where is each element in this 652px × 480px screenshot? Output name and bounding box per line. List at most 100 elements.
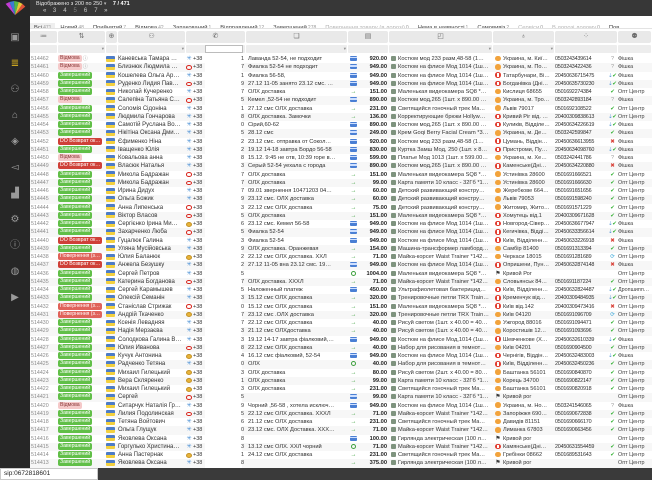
column-filter-status[interactable]: ▾ bbox=[58, 45, 105, 53]
info-icon[interactable]: ⓘ bbox=[83, 56, 88, 62]
order-row-514416[interactable]: 514416ЗавершенийЯковлева Оксана✳+388100.… bbox=[30, 435, 652, 443]
order-row-514455[interactable]: 514455ЗавершенийЛюдмила Гончарова✳+388ОЛ… bbox=[30, 113, 652, 121]
products-nav-icon[interactable]: ◈ bbox=[0, 129, 30, 155]
order-row-514442[interactable]: 514442ЗавершенийСергієнко Ірина Ми…+3862… bbox=[30, 220, 652, 228]
order-row-514415[interactable]: 514415ЗавершенийГоргулько Христина…✳+383… bbox=[30, 443, 652, 451]
page-button-6[interactable]: 6 bbox=[84, 8, 87, 15]
settings-nav-icon[interactable]: ⚙ bbox=[0, 207, 30, 233]
column-filter-phone[interactable] bbox=[186, 45, 245, 53]
order-row-514428[interactable]: 514428ЗавершенийСолодкова Галина В…✳+383… bbox=[30, 336, 652, 344]
order-row-514462[interactable]: 514462ВідмоваⓘКаневська Тамара …✳+381Лав… bbox=[30, 55, 652, 63]
column-header-product[interactable]: ◰ bbox=[389, 31, 492, 43]
order-row-514429[interactable]: 514429ЗавершенийНадія Мерзаєва✳+38321.12… bbox=[30, 327, 652, 335]
order-row-514452[interactable]: 514452DO Возврат ок…Єфименко Ніна✳+38223… bbox=[30, 138, 652, 146]
order-row-514451[interactable]: 514451ЗавершенийІващенко Юлія✳+38219.12 … bbox=[30, 146, 652, 154]
order-row-514440[interactable]: 514440DO Возврат ок…Гуцалюк Галина✳+383Ф… bbox=[30, 237, 652, 245]
column-header-status[interactable]: ⇅ bbox=[58, 31, 105, 43]
order-row-514446[interactable]: 514446ЗавершенийИрина Дидух✳+38709.01 зв… bbox=[30, 187, 652, 195]
order-row-514461[interactable]: 514461ВідмоваⓘБлизнюк Людмила …+387Фиалк… bbox=[30, 63, 652, 71]
order-row-514435[interactable]: 514435ЗавершенийКатерина Богданова+387ОЛ… bbox=[30, 278, 652, 286]
order-row-514427[interactable]: 514427ЗавершенийЮлия Иванова+38822.12 см… bbox=[30, 344, 652, 352]
phone-filter-input[interactable] bbox=[205, 45, 243, 53]
page-button-7[interactable]: 7 bbox=[94, 8, 97, 15]
order-row-514414[interactable]: 514414ЗавершенийАнна Пастернак+38124.12 … bbox=[30, 451, 652, 459]
order-row-514443[interactable]: 514443ЗавершенийВіктор Власов+385ОЛХ дос… bbox=[30, 212, 652, 220]
order-row-514439[interactable]: 514439ЗавершенийУляна Мусійовська✳+389ОЛ… bbox=[30, 245, 652, 253]
order-row-514418[interactable]: 514418ЗавершенийТетяна Войтович✳+38621.1… bbox=[30, 418, 652, 426]
column-header-order-id[interactable]: ≔ bbox=[30, 31, 57, 43]
column-filter-product[interactable]: ▾ bbox=[389, 45, 492, 53]
orders-nav-icon[interactable]: ≣ bbox=[0, 51, 30, 77]
order-row-514447[interactable]: 514447ЗавершенийМикола Бадражан+387ОЛХ д… bbox=[30, 179, 652, 187]
info-nav-icon[interactable]: ⓘ bbox=[0, 233, 30, 259]
order-row-514459[interactable]: 514459ЗавершенийРуденко Лидия Пав…+38927… bbox=[30, 80, 652, 88]
video-nav-icon[interactable]: ▶ bbox=[0, 285, 30, 311]
page-button-4[interactable]: 4 bbox=[63, 8, 66, 15]
order-row-514420[interactable]: 514420ВідмоваСитарчук Наталія Гр…✳+389Чо… bbox=[30, 402, 652, 410]
column-filter-country[interactable] bbox=[106, 45, 117, 53]
clients-nav-icon[interactable]: ⚇ bbox=[0, 77, 30, 103]
order-row-514453[interactable]: 514453ЗавершенийНікітіна Оксана Дми…✳+38… bbox=[30, 129, 652, 137]
filter-caret-icon[interactable]: ▾ bbox=[344, 45, 346, 53]
page-size-caret-icon[interactable]: ▾ bbox=[104, 1, 107, 7]
column-header-tracking-number[interactable]: ⁘ bbox=[555, 31, 617, 43]
filter-caret-icon[interactable]: ▾ bbox=[551, 45, 553, 53]
column-filter-payment-amount[interactable] bbox=[348, 45, 388, 53]
sip-address-field[interactable]: sip:0672818601 bbox=[0, 468, 98, 480]
network-nav-icon[interactable]: ◍ bbox=[0, 259, 30, 285]
order-row-514425[interactable]: 514425ЗавершенийРадченко Тетяна✳+380ОЛХ4… bbox=[30, 360, 652, 368]
order-row-514437[interactable]: 514437DO Возврат ок…Анжела Безушку✳+3822… bbox=[30, 261, 652, 269]
column-header-phone[interactable]: ✆ bbox=[186, 31, 245, 43]
order-row-514456[interactable]: 514456ЗавершенийСоломія Сідоніна✳+38127.… bbox=[30, 105, 652, 113]
statistics-nav-icon[interactable]: ▟ bbox=[0, 181, 30, 207]
column-filter-order-id[interactable] bbox=[30, 45, 57, 53]
order-row-514424[interactable]: 514424ЗавершенийМихаил Гилецький+383ОЛХ … bbox=[30, 369, 652, 377]
column-filter-delivery-address[interactable]: ▾ bbox=[493, 45, 554, 53]
column-header-country[interactable]: ⊕ bbox=[106, 31, 117, 43]
order-row-514434[interactable]: 514434ЗавершенийСергей Карамышев✳+385Нал… bbox=[30, 286, 652, 294]
column-header-payment-amount[interactable]: ▤ bbox=[348, 31, 388, 43]
column-filter-manager[interactable] bbox=[618, 45, 651, 53]
column-header-delivery-address[interactable]: ♁ bbox=[493, 31, 554, 43]
column-filter-tracking-number[interactable] bbox=[555, 45, 617, 53]
page-button-3[interactable]: 3 bbox=[53, 8, 56, 15]
first-page-button[interactable]: « bbox=[43, 8, 46, 15]
app-logo-icon[interactable] bbox=[3, 1, 27, 16]
column-filter-comment[interactable]: ▾ bbox=[246, 45, 347, 53]
filter-caret-icon[interactable]: ▾ bbox=[489, 45, 491, 53]
page-button-5[interactable]: 5 bbox=[74, 8, 77, 15]
order-row-514423[interactable]: 514423ЗавершенийВера Скляренко+381ОЛХ до… bbox=[30, 377, 652, 385]
column-header-client[interactable]: ⚇ bbox=[118, 31, 185, 43]
order-row-514460[interactable]: 514460ЗавершенийКошелева Ольга Ар…✳+381Ф… bbox=[30, 72, 652, 80]
order-row-514433[interactable]: 514433ЗавершенийОлексій Семанін✳+38315.1… bbox=[30, 294, 652, 302]
order-row-514454[interactable]: 514454ЗавершенийСамотій Руслана Во…✳+380… bbox=[30, 121, 652, 129]
order-row-514450[interactable]: 514450ВідмоваКовальова анна✳+38815.12. 9… bbox=[30, 154, 652, 162]
order-row-514432[interactable]: 514432Повернення (з…Станіслав Стрижак+38… bbox=[30, 303, 652, 311]
order-row-514413[interactable]: 514413ЗавершенийЯковлева Оксана✳+388→375… bbox=[30, 459, 652, 467]
last-page-button[interactable]: » bbox=[104, 8, 107, 15]
order-row-514458[interactable]: 514458ЗавершенийНиколай Кучеренко✳+387ОЛ… bbox=[30, 88, 652, 96]
order-row-514449[interactable]: 514449DO Возврат ок…Власюк Наталья✳+383С… bbox=[30, 162, 652, 170]
order-row-514419[interactable]: 514419ЗавершенийЛилия Подолинская+38522.… bbox=[30, 410, 652, 418]
order-row-514417[interactable]: 514417ЗавершенийОльга Глущук✳+38023.12 с… bbox=[30, 426, 652, 434]
order-row-514457[interactable]: 514457ВідмоваСалепіна Татьяна С…+385Кеме… bbox=[30, 96, 652, 104]
order-row-514448[interactable]: 514448ЗавершенийМикола Бадражан+387ОЛХ д… bbox=[30, 171, 652, 179]
order-row-514426[interactable]: 514426ЗавершенийКучук Антонина+38416.12 … bbox=[30, 352, 652, 360]
column-header-manager[interactable]: ⚉ bbox=[618, 31, 651, 43]
order-row-514444[interactable]: 514444ЗавершенийАнна Липенська+38322.12 … bbox=[30, 204, 652, 212]
order-row-514445[interactable]: 514445ЗавершенийОльга Божик✳+38923.12 см… bbox=[30, 195, 652, 203]
order-row-514438[interactable]: 514438Повернення (з…Юлия Баланюк+38222.1… bbox=[30, 253, 652, 261]
order-row-514421[interactable]: 514421ЗавершенийСергей+38599.00Карта пам… bbox=[30, 393, 652, 401]
company-nav-icon[interactable]: ⌂ bbox=[0, 103, 30, 129]
order-row-514436[interactable]: 514436ЗавершенийСергей Петров✳+3851004.0… bbox=[30, 270, 652, 278]
column-header-comment[interactable]: ❏ bbox=[246, 31, 347, 43]
order-row-514441[interactable]: 514441ЗавершенийЗахарченко Люба+385Фиалк… bbox=[30, 228, 652, 236]
info-icon[interactable]: ⓘ bbox=[83, 64, 88, 70]
promotions-nav-icon[interactable]: ◅ bbox=[0, 155, 30, 181]
column-filter-client[interactable]: ▾ bbox=[118, 45, 185, 53]
order-row-514422[interactable]: 514422ЗавершенийМихаил Гилецький+383ОЛХ … bbox=[30, 385, 652, 393]
dashboard-nav-icon[interactable]: ▣ bbox=[0, 25, 30, 51]
filter-caret-icon[interactable]: ▾ bbox=[182, 45, 184, 53]
order-row-514430[interactable]: 514430ЗавершенийКсенія Левадняя✳+38722.1… bbox=[30, 319, 652, 327]
filter-caret-icon[interactable]: ▾ bbox=[102, 45, 104, 53]
